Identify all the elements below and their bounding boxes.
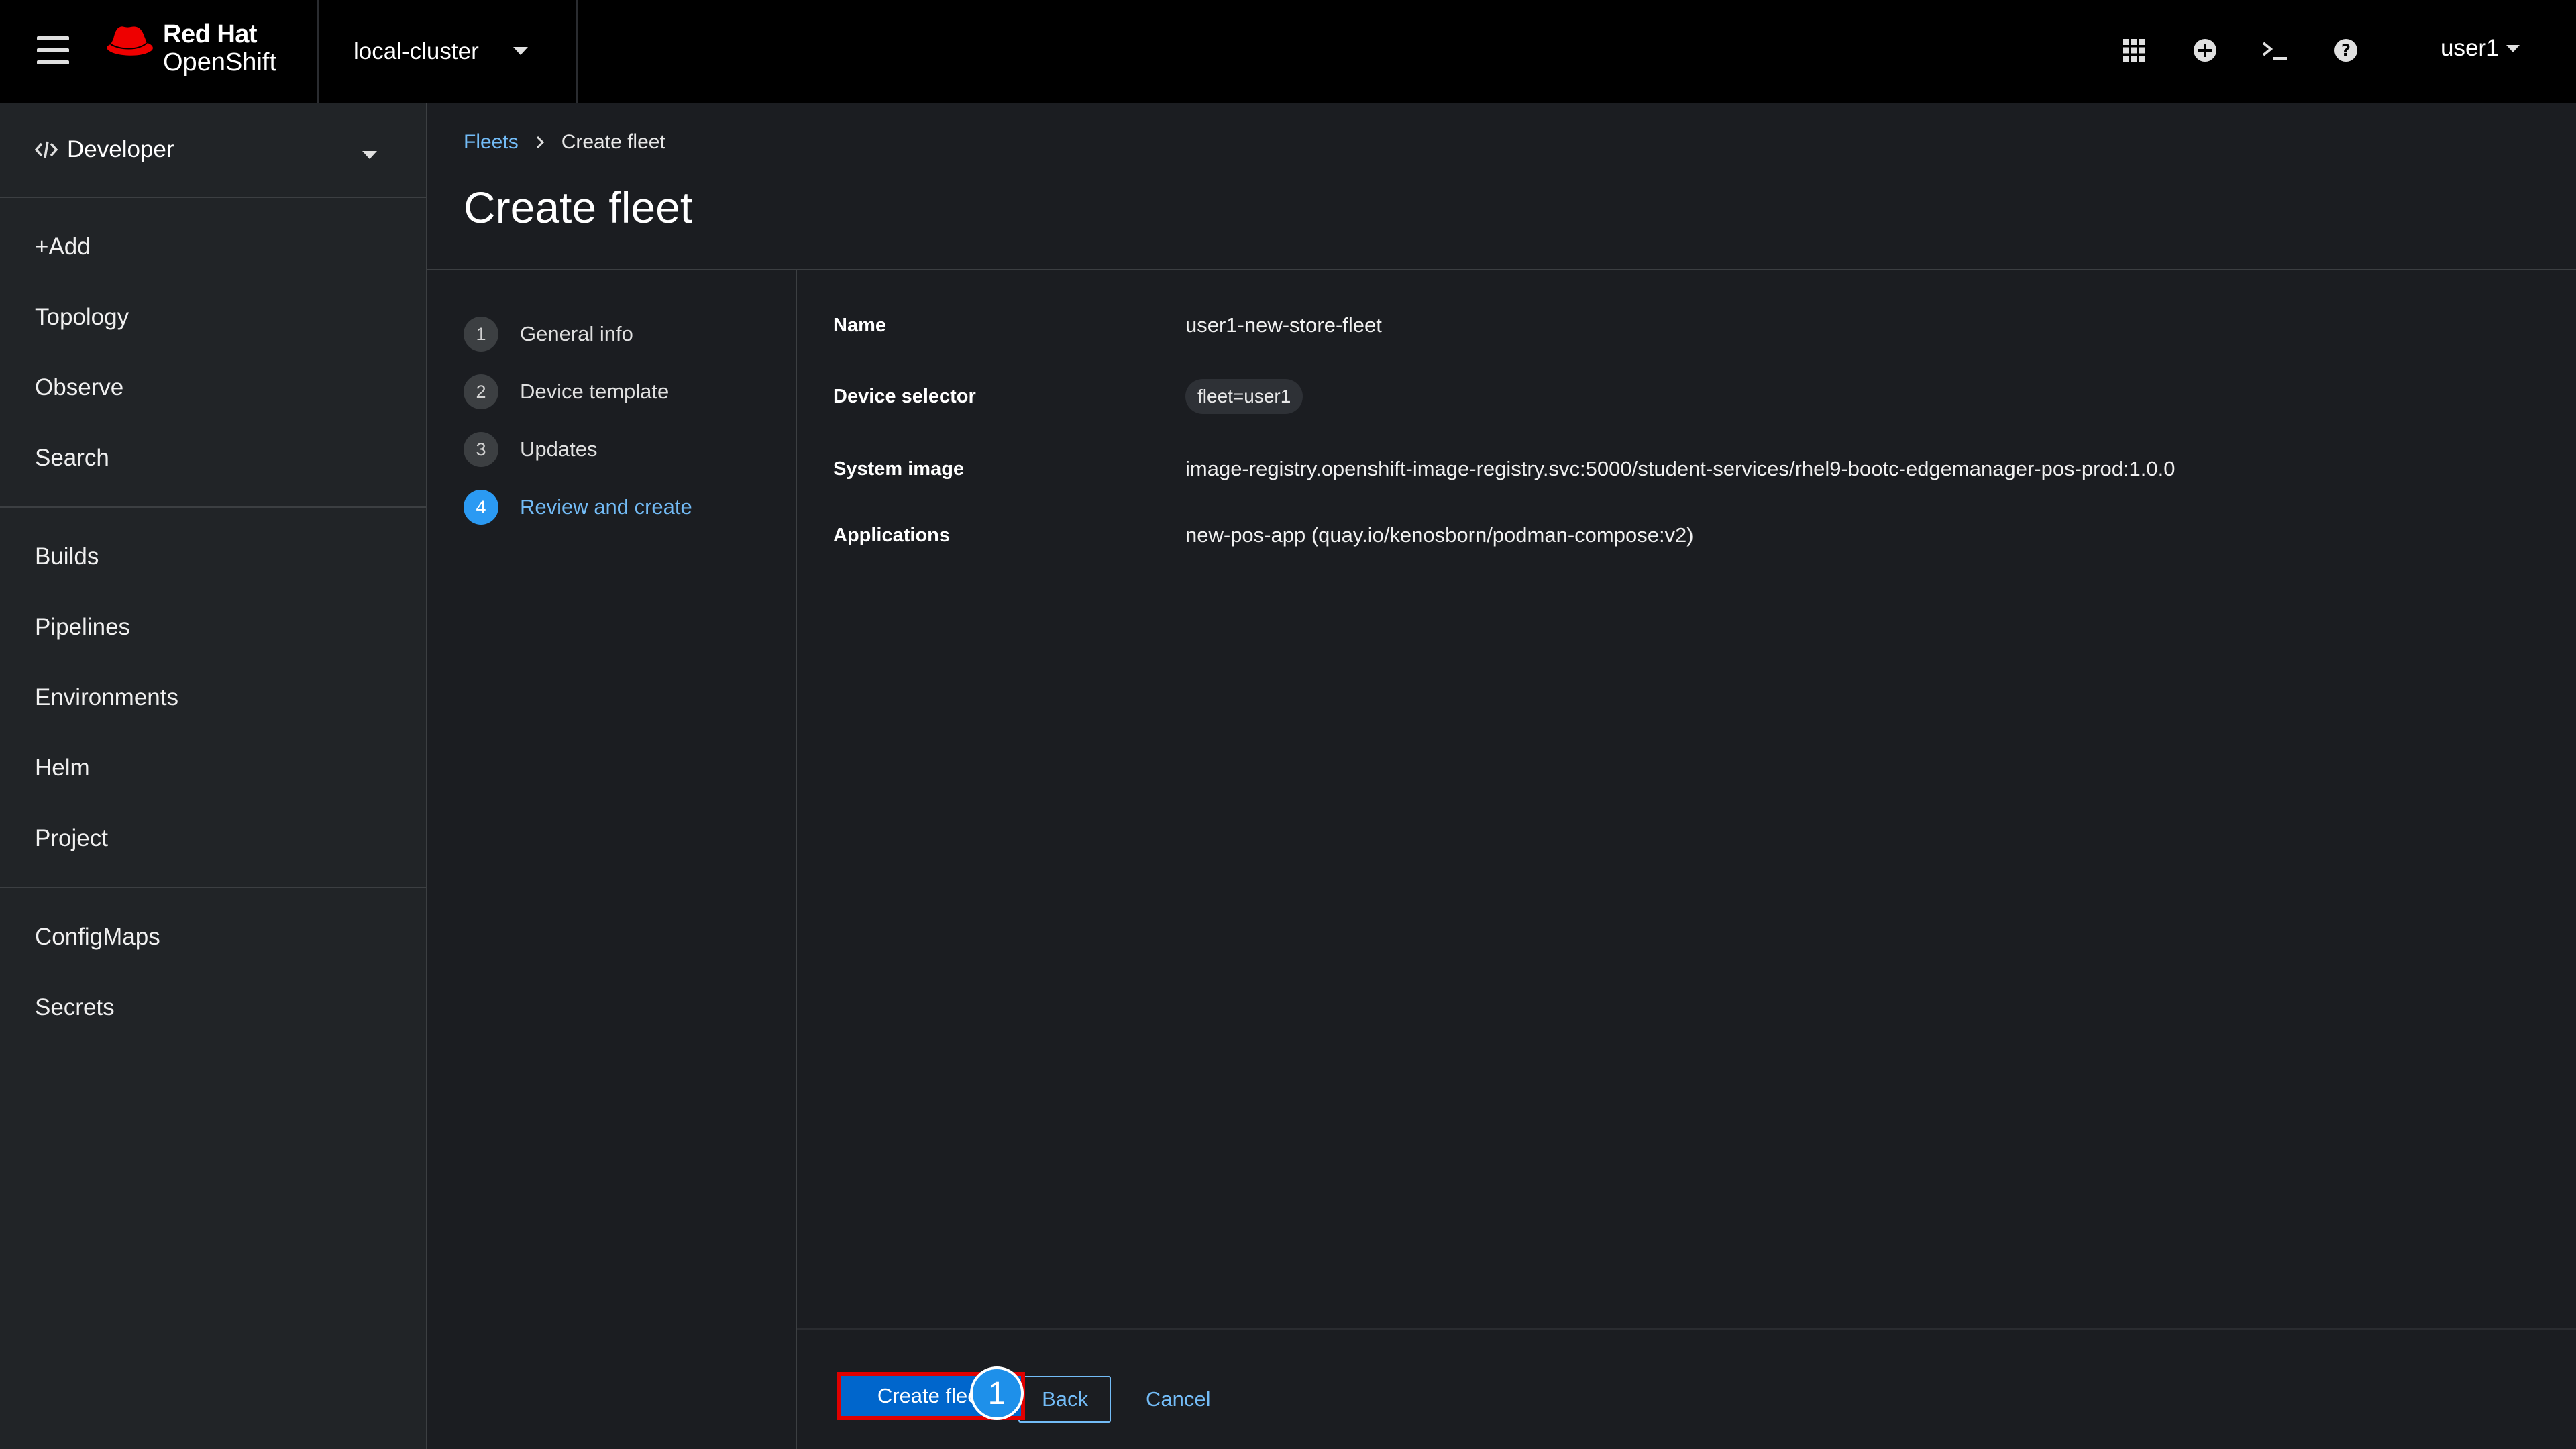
sidebar-item-secrets[interactable]: Secrets <box>0 972 426 1042</box>
review-label: Applications <box>833 524 951 546</box>
help-icon[interactable]: ? <box>2330 35 2361 66</box>
nav-group-workloads: Builds Pipelines Environments Helm Proje… <box>0 508 426 888</box>
review-value: new-pos-app (quay.io/kenosborn/podman-co… <box>1185 523 1694 547</box>
app-launcher-icon[interactable] <box>2118 35 2149 66</box>
terminal-icon[interactable] <box>2259 35 2290 66</box>
step-number: 3 <box>464 432 498 467</box>
user-name: user1 <box>2440 35 2500 61</box>
breadcrumb-fleets-link[interactable]: Fleets <box>464 131 519 154</box>
wizard-step-general-info[interactable]: 1 General info <box>427 305 796 363</box>
review-value: image-registry.openshift-image-registry.… <box>1185 457 2176 480</box>
step-annotation-badge: 1 <box>970 1366 1024 1420</box>
review-panel: Name user1-new-store-fleet Device select… <box>797 270 2576 1328</box>
review-label: Name <box>833 314 886 336</box>
cluster-switcher[interactable]: local-cluster <box>317 0 578 103</box>
breadcrumb-current: Create fleet <box>561 131 665 153</box>
code-icon <box>35 141 58 158</box>
review-row-device-selector: Device selector fleet=user1 <box>833 375 2540 418</box>
cluster-name: local-cluster <box>354 38 479 64</box>
sidebar-item-topology[interactable]: Topology <box>0 282 426 352</box>
back-button[interactable]: Back <box>1018 1376 1111 1423</box>
wizard-footer: Back Create fleet 1 Cancel <box>797 1328 2576 1449</box>
chevron-right-icon <box>536 136 544 149</box>
sidebar-item-pipelines[interactable]: Pipelines <box>0 592 426 662</box>
main-content: Fleets Create fleet Create fleet 1 Gener… <box>427 103 2576 1449</box>
svg-text:?: ? <box>2341 41 2351 60</box>
quick-create-plus-icon[interactable] <box>2190 35 2220 66</box>
wizard-step-device-template[interactable]: 2 Device template <box>427 363 796 421</box>
review-label: Device selector <box>833 385 976 407</box>
review-row-system-image: System image image-registry.openshift-im… <box>833 447 2540 490</box>
chevron-down-icon <box>513 47 528 55</box>
redhat-hat-icon <box>107 26 153 56</box>
nav-group-main: +Add Topology Observe Search <box>0 198 426 508</box>
redhat-openshift-logo[interactable]: Red Hat OpenShift <box>104 21 276 75</box>
brand-name: Red Hat <box>163 20 258 48</box>
chevron-down-icon <box>2506 44 2520 52</box>
user-menu[interactable]: user1 <box>2440 35 2520 62</box>
step-label: Updates <box>520 437 598 461</box>
wizard-step-updates[interactable]: 3 Updates <box>427 421 796 478</box>
review-value: user1-new-store-fleet <box>1185 313 1382 337</box>
masthead: Red Hat OpenShift local-cluster ? user1 <box>0 0 2576 103</box>
label-chip: fleet=user1 <box>1185 379 1303 414</box>
step-label: Review and create <box>520 495 692 519</box>
sidebar-item-environments[interactable]: Environments <box>0 662 426 733</box>
chevron-down-icon <box>362 151 377 159</box>
perspective-switcher[interactable]: Developer <box>0 103 426 198</box>
breadcrumb: Fleets Create fleet <box>464 131 665 154</box>
wizard-nav: 1 General info 2 Device template 3 Updat… <box>427 270 797 1449</box>
perspective-label: Developer <box>67 136 174 162</box>
sidebar-item-project[interactable]: Project <box>0 803 426 873</box>
cancel-button[interactable]: Cancel <box>1132 1376 1224 1423</box>
page-title: Create fleet <box>464 182 693 232</box>
step-label: Device template <box>520 380 669 403</box>
sidebar-item-observe[interactable]: Observe <box>0 352 426 423</box>
product-name: OpenShift <box>163 48 276 76</box>
create-fleet-wizard: 1 General info 2 Device template 3 Updat… <box>427 270 2576 1449</box>
sidebar-item-search[interactable]: Search <box>0 423 426 493</box>
page-header: Fleets Create fleet Create fleet <box>427 103 2576 270</box>
sidebar-item-builds[interactable]: Builds <box>0 521 426 592</box>
step-label: General info <box>520 322 633 345</box>
sidebar-item-configmaps[interactable]: ConfigMaps <box>0 902 426 972</box>
review-row-name: Name user1-new-store-fleet <box>833 304 2540 347</box>
review-row-applications: Applications new-pos-app (quay.io/kenosb… <box>833 514 2540 557</box>
step-number: 2 <box>464 374 498 409</box>
sidebar-item-add[interactable]: +Add <box>0 211 426 282</box>
wizard-step-review-and-create[interactable]: 4 Review and create <box>427 478 796 536</box>
sidebar: Developer +Add Topology Observe Search B… <box>0 103 427 1449</box>
review-label: System image <box>833 458 965 480</box>
sidebar-item-helm[interactable]: Helm <box>0 733 426 803</box>
step-number: 4 <box>464 490 498 525</box>
step-number: 1 <box>464 317 498 352</box>
nav-group-config: ConfigMaps Secrets <box>0 888 426 1056</box>
hamburger-menu-icon[interactable] <box>37 36 69 64</box>
